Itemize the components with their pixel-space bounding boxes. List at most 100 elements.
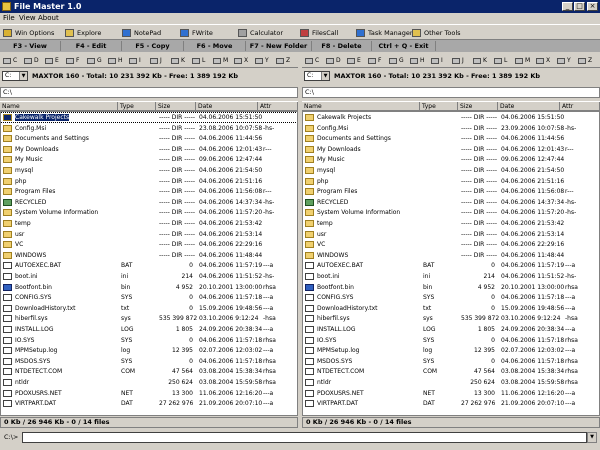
file-row[interactable]: My Downloads ----- DIR ----- 04.06.2006 12… (303, 145, 599, 154)
drive-button-g[interactable]: G (87, 56, 107, 66)
file-row[interactable]: VIRTPART.DAT DAT 27 262 976 21.09.2006 20:0… (1, 399, 297, 408)
drive-button-d[interactable]: D (326, 56, 346, 66)
drive-button-m[interactable]: M (515, 56, 535, 66)
file-row[interactable]: hiberfil.sys sys 535 399 872 03.10.2006 9:1… (1, 314, 297, 323)
file-row[interactable]: Cakewalk Projects ----- DIR ----- 04.06.20… (1, 112, 297, 123)
file-row[interactable]: Program Files ----- DIR ----- 04.06.2006 1… (303, 187, 599, 196)
minimize-button[interactable]: _ (562, 2, 573, 11)
column-header-type[interactable]: Type (118, 102, 156, 111)
menu-file[interactable]: File (3, 14, 15, 23)
column-header-name[interactable]: Name (0, 102, 118, 111)
maximize-button[interactable]: □ (574, 2, 585, 11)
file-row[interactable]: CONFIG.SYS SYS 0 04.06.2006 11:57:18 ---a (303, 293, 599, 302)
file-row[interactable]: NTDETECT.COM COM 47 564 03.08.2004 15:38:34… (303, 367, 599, 376)
toolbar-notepad-button[interactable]: NotePad (122, 27, 161, 39)
column-header-type[interactable]: Type (420, 102, 458, 111)
command-input[interactable] (22, 432, 587, 443)
file-row[interactable]: MPMSetup.log log 12 395 02.07.2006 12:03:02… (303, 346, 599, 355)
drive-button-h[interactable]: H (410, 56, 430, 66)
drive-button-c[interactable]: C (305, 56, 325, 66)
file-row[interactable]: WINDOWS ----- DIR ----- 04.06.2006 11:48:4… (1, 251, 297, 260)
column-header-date[interactable]: Date (196, 102, 258, 111)
file-row[interactable]: DownloadHistory.txt txt 0 15.09.2006 19:48:… (1, 304, 297, 313)
file-row[interactable]: Bootfont.bin bin 4 952 20.10.2001 13:00:00 r… (1, 283, 297, 292)
column-header-size[interactable]: Size (458, 102, 498, 111)
file-row[interactable]: mysql ----- DIR ----- 04.06.2006 21:54:50 (303, 166, 599, 175)
f4-edit-button[interactable]: F4 - Edit (61, 41, 122, 51)
file-list[interactable]: Cakewalk Projects ----- DIR ----- 04.06.20… (0, 111, 298, 416)
file-row[interactable]: Config.Msi ----- DIR ----- 23.09.2006 10:0… (303, 124, 599, 133)
f6-move-button[interactable]: F6 - Move (184, 41, 246, 51)
f7-new-folder-button[interactable]: F7 - New Folder (246, 41, 312, 51)
drive-button-c[interactable]: C (3, 56, 23, 66)
command-dropdown-arrow[interactable]: ▼ (587, 432, 597, 443)
file-row[interactable]: Bootfont.bin bin 4 952 20.10.2001 13:00:00 r… (303, 283, 599, 292)
file-row[interactable]: DownloadHistory.txt txt 0 15.09.2006 19:48:… (303, 304, 599, 313)
file-row[interactable]: mysql ----- DIR ----- 04.06.2006 21:54:50 (1, 166, 297, 175)
file-row[interactable]: AUTOEXEC.BAT BAT 0 04.06.2006 11:57:19 ---a (1, 261, 297, 270)
drive-select[interactable]: C: ▼ (304, 71, 330, 81)
file-row[interactable]: temp ----- DIR ----- 04.06.2006 21:53:42 (1, 219, 297, 228)
file-row[interactable]: temp ----- DIR ----- 04.06.2006 21:53:42 (303, 219, 599, 228)
file-row[interactable]: NTDETECT.COM COM 47 564 03.08.2004 15:38:34… (1, 367, 297, 376)
drive-button-k[interactable]: K (473, 56, 493, 66)
column-header-name[interactable]: Name (302, 102, 420, 111)
file-row[interactable]: boot.ini ini 214 04.06.2006 11:51:52 -hs- (1, 272, 297, 281)
drive-button-m[interactable]: M (213, 56, 233, 66)
drive-button-f[interactable]: F (66, 56, 86, 66)
menu-view[interactable]: View (19, 14, 36, 23)
file-row[interactable]: Config.Msi ----- DIR ----- 23.08.2006 10:0… (1, 124, 297, 133)
drive-button-l[interactable]: L (494, 56, 514, 66)
file-row[interactable]: VIRTPART.DAT DAT 27 262 976 21.09.2006 20:0… (303, 399, 599, 408)
drive-button-y[interactable]: Y (557, 56, 577, 66)
f3-view-button[interactable]: F3 - View (0, 41, 61, 51)
drive-button-h[interactable]: H (108, 56, 128, 66)
file-row[interactable]: VC ----- DIR ----- 04.06.2006 22:29:16 (303, 240, 599, 249)
file-row[interactable]: INSTALL.LOG LOG 1 805 24.09.2006 20:38:34 --… (1, 325, 297, 334)
drive-button-g[interactable]: G (389, 56, 409, 66)
file-list[interactable]: Cakewalk Projects ----- DIR ----- 04.06.20… (302, 111, 600, 416)
file-row[interactable]: My Music ----- DIR ----- 09.06.2006 12:47:… (303, 155, 599, 164)
drive-button-j[interactable]: J (150, 56, 170, 66)
path-field[interactable]: C:\ (0, 87, 298, 98)
f5-copy-button[interactable]: F5 - Copy (122, 41, 184, 51)
file-row[interactable]: hiberfil.sys sys 535 399 872 03.10.2006 9:1… (303, 314, 599, 323)
column-header-size[interactable]: Size (156, 102, 196, 111)
file-row[interactable]: Documents and Settings ----- DIR ----- 04.… (1, 134, 297, 143)
file-row[interactable]: usr ----- DIR ----- 04.06.2006 21:53:14 (1, 230, 297, 239)
toolbar-filescall-button[interactable]: FilesCall (300, 27, 338, 39)
file-row[interactable]: System Volume Information ----- DIR -----… (303, 208, 599, 217)
drive-button-z[interactable]: Z (276, 56, 296, 66)
chevron-down-icon[interactable]: ▼ (19, 72, 27, 80)
drive-button-l[interactable]: L (192, 56, 212, 66)
file-row[interactable]: AUTOEXEC.BAT BAT 0 04.06.2006 11:57:19 ---a (303, 261, 599, 270)
toolbar-task-manager-button[interactable]: Task Manager (356, 27, 413, 39)
file-row[interactable]: PDOXUSRS.NET NET 13 300 11.06.2006 12:16:20… (303, 389, 599, 398)
drive-button-k[interactable]: K (171, 56, 191, 66)
f8-delete-button[interactable]: F8 - Delete (312, 41, 372, 51)
toolbar-win-options-button[interactable]: Win Options (3, 27, 54, 39)
file-row[interactable]: ntldr 250 624 03.08.2004 15:59:58 rhsa (303, 378, 599, 387)
file-row[interactable]: WINDOWS ----- DIR ----- 04.06.2006 11:48:4… (303, 251, 599, 260)
file-row[interactable]: MSDOS.SYS SYS 0 04.06.2006 11:57:18 rhsa (1, 357, 297, 366)
file-row[interactable]: VC ----- DIR ----- 04.06.2006 22:29:16 (1, 240, 297, 249)
drive-button-e[interactable]: E (45, 56, 65, 66)
drive-button-x[interactable]: X (536, 56, 556, 66)
drive-button-x[interactable]: X (234, 56, 254, 66)
chevron-down-icon[interactable]: ▼ (321, 72, 329, 80)
drive-button-i[interactable]: I (129, 56, 149, 66)
column-header-date[interactable]: Date (498, 102, 560, 111)
file-row[interactable]: MPMSetup.log log 12 395 02.07.2006 12:03:02… (1, 346, 297, 355)
drive-button-d[interactable]: D (24, 56, 44, 66)
drive-button-j[interactable]: J (452, 56, 472, 66)
file-row[interactable]: PDOXUSRS.NET NET 13 300 11.06.2006 12:16:20… (1, 389, 297, 398)
toolbar-calculator-button[interactable]: Calculator (238, 27, 283, 39)
toolbar-wordpad-button[interactable]: FWrite (180, 27, 213, 39)
file-row[interactable]: IO.SYS SYS 0 04.06.2006 11:57:18 rhsa (1, 336, 297, 345)
file-row[interactable]: Cakewalk Projects ----- DIR ----- 04.06.20… (303, 113, 599, 122)
file-row[interactable]: Documents and Settings ----- DIR ----- 04.… (303, 134, 599, 143)
close-button[interactable]: × (587, 2, 598, 11)
file-row[interactable]: MSDOS.SYS SYS 0 04.06.2006 11:57:18 rhsa (303, 357, 599, 366)
file-row[interactable]: php ----- DIR ----- 04.06.2006 21:51:16 (1, 177, 297, 186)
drive-select[interactable]: C: ▼ (2, 71, 28, 81)
